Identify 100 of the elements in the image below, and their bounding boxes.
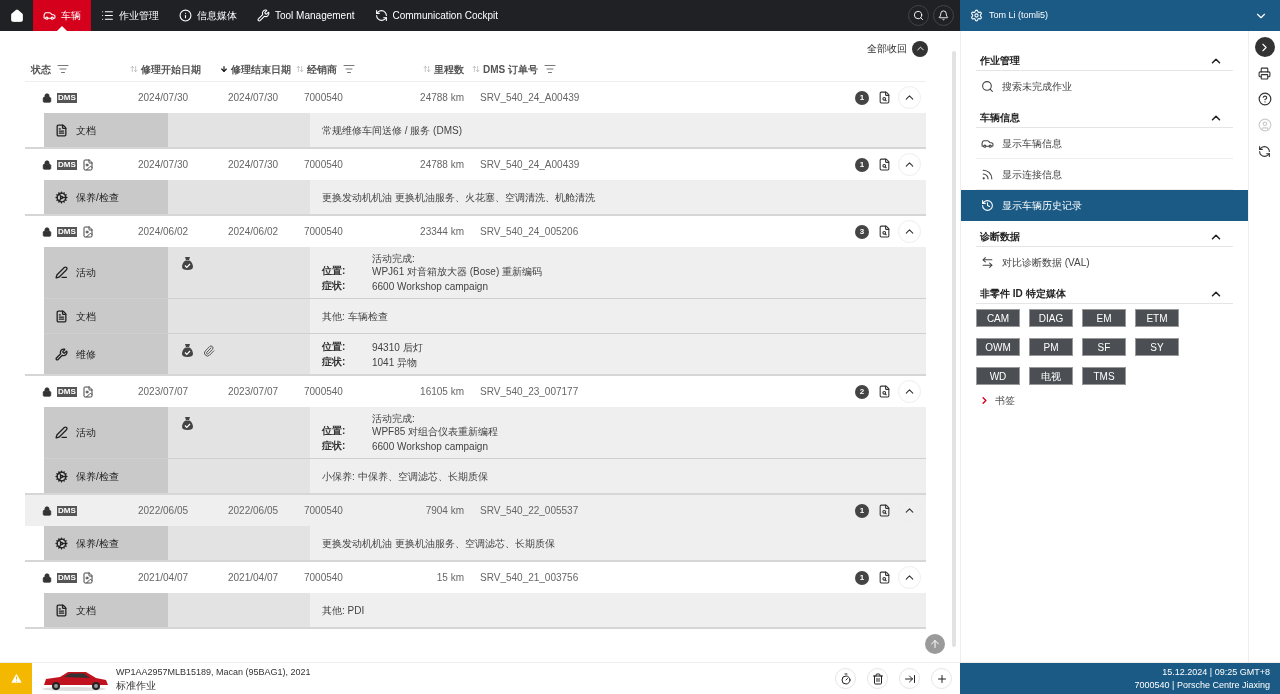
section-title: 非零件 ID 特定媒体 <box>980 287 1066 301</box>
column-header[interactable]: DMS 订单号 <box>483 61 538 77</box>
record-cell-text: 7904 km <box>425 504 464 518</box>
record-cell-text: 2024/06/02 <box>137 225 189 239</box>
category-label: 保养/检查 <box>76 536 119 551</box>
detail-text: 其他: 车辆检查 <box>322 309 389 324</box>
category-label: 活动 <box>76 426 96 440</box>
record-cell-text: 2024/07/30 <box>137 91 189 105</box>
field-label: 位置: <box>322 424 347 438</box>
count-badge: 1 <box>855 570 869 585</box>
panel-menu-item[interactable]: 显示车辆信息 <box>976 128 1233 159</box>
dms-badge: DMS <box>57 92 77 103</box>
date-time: 15.12.2024 | 09:25 GMT+8 <box>1162 665 1270 679</box>
media-button[interactable]: TMS <box>1082 367 1126 385</box>
dms-badge: DMS <box>57 572 77 583</box>
column-header[interactable]: 里程数 <box>434 61 464 77</box>
record-cell-text: 2022/06/05 <box>227 504 279 518</box>
nav-tab[interactable]: 作业管理 <box>91 0 169 31</box>
dms-badge: DMS <box>57 386 77 397</box>
record-cell-text: 7000540 <box>303 91 343 105</box>
record-cell-text: SRV_540_21_003756 <box>479 571 579 585</box>
media-button[interactable]: ETM <box>1135 309 1179 327</box>
media-button[interactable]: 电视 <box>1029 367 1073 385</box>
collapse-all-label[interactable]: 全部收回 <box>867 41 907 56</box>
dms-badge: DMS <box>57 505 77 516</box>
detail-text: 更换发动机机油 更换机油服务、火花塞、空调清洗、机舱清洗 <box>322 190 596 205</box>
media-button[interactable]: CAM <box>976 309 1020 327</box>
media-button[interactable]: SF <box>1082 338 1126 356</box>
media-button[interactable]: WD <box>976 367 1020 385</box>
media-button[interactable]: EM <box>1082 309 1126 327</box>
field-value: 1041 异物 <box>372 356 418 369</box>
field-value: 94310 后灯 <box>372 341 423 354</box>
field-label: 症状: <box>322 279 347 293</box>
media-button[interactable]: OWM <box>976 338 1020 356</box>
media-button[interactable]: SY <box>1135 338 1179 356</box>
field-value: 6600 Workshop campaign <box>372 280 488 293</box>
record-cell-text: 7000540 <box>303 385 343 399</box>
nav-tab[interactable]: Tool Management <box>247 0 365 31</box>
dms-badge: DMS <box>57 226 77 237</box>
column-header[interactable]: 状态 <box>31 61 51 77</box>
detail-text: 更换发动机机油 更换机油服务、空调滤芯、长期质保 <box>322 536 556 551</box>
panel-menu-item[interactable]: 搜索未完成作业 <box>976 71 1233 102</box>
record-cell-text: SRV_540_24_005206 <box>479 225 579 239</box>
column-header[interactable]: 修理结束日期 <box>231 61 291 77</box>
record-cell-text: SRV_540_23_007177 <box>479 385 579 399</box>
user-bar[interactable]: Tom Li (tomli5) <box>960 0 1280 31</box>
detail-text: 小保养: 中保养、空调滤芯、长期质保 <box>322 469 489 484</box>
field-label: 症状: <box>322 439 347 453</box>
bookmark-link[interactable]: 书签 <box>961 393 1248 408</box>
nav-tab[interactable]: 信息媒体 <box>169 0 247 31</box>
detail-text: 其他: PDI <box>322 603 366 618</box>
record-cell-text: 2023/07/07 <box>227 385 279 399</box>
field-label: 症状: <box>322 355 347 369</box>
field-value: 活动完成: <box>372 252 416 265</box>
column-header[interactable]: 修理开始日期 <box>141 61 201 77</box>
record-cell-text: 2024/07/30 <box>227 91 279 105</box>
panel-menu-item[interactable]: 显示车辆历史记录 <box>961 190 1248 221</box>
category-label: 文档 <box>76 123 96 138</box>
record-cell-text: 15 km <box>436 571 464 585</box>
dealer-info: 7000540 | Porsche Centre Jiaxing <box>1134 678 1270 692</box>
nav-tab[interactable]: Communication Cockpit <box>364 0 509 31</box>
field-value: WPJ61 对音箱放大器 (Bose) 重新编码 <box>372 265 543 278</box>
record-cell-text: SRV_540_24_A00439 <box>479 91 580 105</box>
vehicle-info: WP1AA2957MLB15189, Macan (95BAG1), 2021 <box>116 665 311 679</box>
detail-text: 常规维修车间送修 / 服务 (DMS) <box>322 123 463 138</box>
count-badge: 3 <box>855 224 869 239</box>
media-button[interactable]: PM <box>1029 338 1073 356</box>
section-title: 诊断数据 <box>980 230 1020 244</box>
section-title: 车辆信息 <box>980 111 1020 125</box>
nav-tab[interactable]: 车辆 <box>33 0 91 31</box>
job-type: 标准作业 <box>116 678 157 692</box>
field-value: WPF85 对组合仪表重新编程 <box>372 425 499 438</box>
category-label: 活动 <box>76 266 96 280</box>
record-cell-text: 16105 km <box>420 385 464 399</box>
category-label: 保养/检查 <box>76 190 119 205</box>
record-cell-text: 24788 km <box>420 158 464 172</box>
record-cell-text: 2022/06/05 <box>137 504 189 518</box>
count-badge: 2 <box>855 384 869 399</box>
field-value: 活动完成: <box>372 412 416 425</box>
record-cell-text: 2021/04/07 <box>227 571 279 585</box>
panel-menu-item[interactable]: 对比诊断数据 (VAL) <box>976 247 1233 278</box>
record-cell-text: 2021/04/07 <box>137 571 189 585</box>
field-label: 位置: <box>322 264 347 278</box>
column-header[interactable]: 经销商 <box>307 61 337 77</box>
category-label: 文档 <box>76 603 96 618</box>
media-button[interactable]: DIAG <box>1029 309 1073 327</box>
record-cell-text: 7000540 <box>303 504 343 518</box>
record-row[interactable]: DMS 2022/06/05 2022/06/05 7000540 7904 km SRV_540_22_005537 1 <box>25 495 926 526</box>
record-cell-text: 2024/06/02 <box>227 225 279 239</box>
user-name: Tom Li (tomli5) <box>989 8 1049 22</box>
record-cell-text: SRV_540_24_A00439 <box>479 158 580 172</box>
field-label: 位置: <box>322 340 347 354</box>
record-cell-text: 2024/07/30 <box>227 158 279 172</box>
dms-badge: DMS <box>57 159 77 170</box>
record-cell-text: 7000540 <box>303 571 343 585</box>
record-cell-text: 7000540 <box>303 158 343 172</box>
count-badge: 1 <box>855 90 869 105</box>
record-cell-text: 2023/07/07 <box>137 385 189 399</box>
category-label: 维修 <box>76 347 96 362</box>
category-label: 保养/检查 <box>76 469 119 484</box>
